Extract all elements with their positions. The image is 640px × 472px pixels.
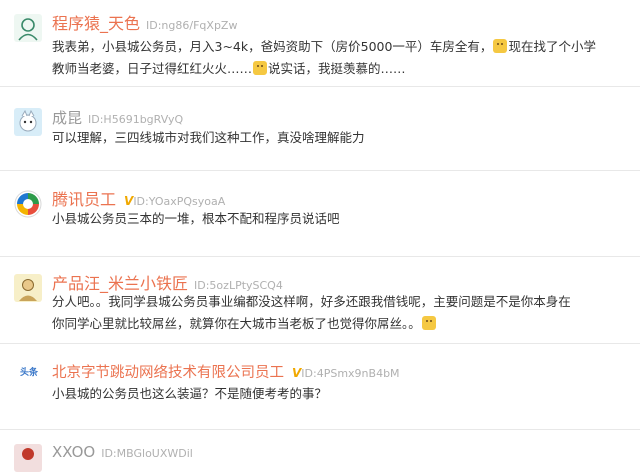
- user-id: ID:YOaxPQsyoaA: [133, 195, 226, 208]
- toutiao-logo-icon: 头条: [19, 368, 38, 378]
- username[interactable]: 程序猿_天色: [52, 14, 140, 33]
- user-id: ID:MBGloUXWDil: [101, 447, 193, 460]
- username[interactable]: 成昆: [52, 109, 82, 127]
- username[interactable]: 腾讯员工: [52, 190, 116, 209]
- comment-item: 腾讯员工 VID:YOaxPQsyoaA 小县城公务员三本的一堆，根本不配和程序员…: [0, 171, 640, 257]
- user-id: ID:4PSmx9nB4bM: [301, 367, 400, 380]
- comment-header: XXOO ID:MBGloUXWDil: [52, 442, 193, 461]
- comment-item: 程序猿_天色 ID:ng86/FqXpZw 我表弟，小县城公务员，月入3~4k，爸…: [0, 0, 640, 87]
- comment-text: 小县城的公务员也这么装逼？不是随便考考的事？: [52, 386, 328, 401]
- comment-header: 程序猿_天色 ID:ng86/FqXpZw: [52, 10, 237, 34]
- comment-item: 头条 北京字节跳动网络技术有限公司员工 VID:4PSmx9nB4bM 小县城的公…: [0, 344, 640, 430]
- avatar-person-icon: [14, 274, 42, 302]
- comment-text: 分人吧。。我同学县城公务员事业编都没这样啊，好多还跟我借钱呢，主要问题是不是你本…: [52, 294, 571, 331]
- comment-header: 腾讯员工 VID:YOaxPQsyoaA: [52, 186, 225, 210]
- username[interactable]: XXOO: [52, 443, 95, 461]
- avatar-sketch-icon: [14, 14, 42, 42]
- avatar-cartoon-icon: [14, 108, 42, 136]
- user-id: ID:H5691bgRVyQ: [88, 113, 184, 126]
- comment-item: XXOO ID:MBGloUXWDil: [0, 430, 640, 472]
- avatar[interactable]: 头条: [14, 366, 44, 380]
- comment-header: 成昆 ID:H5691bgRVyQ: [52, 107, 183, 128]
- verified-badge: V: [292, 366, 302, 380]
- avatar[interactable]: [14, 14, 42, 42]
- user-id: ID:ng86/FqXpZw: [146, 19, 238, 32]
- avatar[interactable]: [14, 274, 42, 302]
- avatar[interactable]: [14, 108, 42, 136]
- comment-text: 我表弟，小县城公务员，月入3~4k，爸妈资助下（房价5000一平）车房全有， 现在…: [52, 39, 596, 76]
- avatar[interactable]: [14, 444, 42, 472]
- username[interactable]: 北京字节跳动网络技术有限公司员工: [52, 365, 284, 381]
- comment-text: 可以理解，三四线城市对我们这种工作，真没啥理解能力: [52, 130, 365, 145]
- avatar-partial-icon: [14, 444, 42, 472]
- emoji-smile-icon: [253, 61, 268, 75]
- comment-item: 产品汪_米兰小铁匠 ID:5ozLPtySCQ4 分人吧。。我同学县城公务员事业编…: [0, 257, 640, 344]
- tencent-logo-icon: [14, 190, 42, 218]
- avatar[interactable]: [14, 190, 42, 218]
- comment-header: 北京字节跳动网络技术有限公司员工 VID:4PSmx9nB4bM: [52, 361, 400, 382]
- emoji-smile-icon: [493, 39, 508, 53]
- verified-badge: V: [124, 194, 134, 208]
- comment-text: 小县城公务员三本的一堆，根本不配和程序员说话吧: [52, 211, 340, 226]
- comment-feed: 程序猿_天色 ID:ng86/FqXpZw 我表弟，小县城公务员，月入3~4k，爸…: [0, 0, 640, 472]
- comment-item: 成昆 ID:H5691bgRVyQ 可以理解，三四线城市对我们这种工作，真没啥理解…: [0, 87, 640, 171]
- emoji-smile-icon: [421, 316, 436, 330]
